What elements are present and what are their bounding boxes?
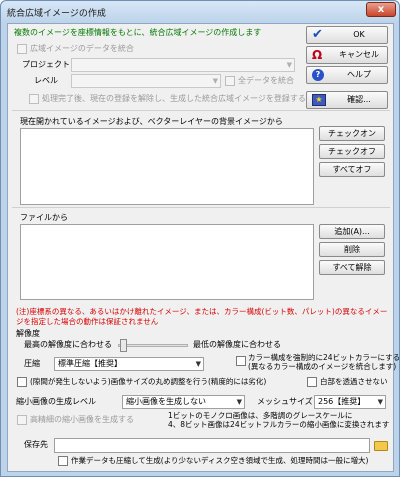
check-off-button[interactable]: チェックオフ [319,144,385,159]
level-label: レベル [34,76,58,85]
mesh-size-select[interactable]: 256【推奨】 ▼ [314,395,386,409]
save-path-field[interactable] [54,438,370,453]
remove-all-button[interactable]: すべて解除 [319,260,385,275]
thumbnail-level-label: 縮小画像の生成レベル [16,397,96,406]
chevron-down-icon: ▼ [377,398,383,406]
compression-select[interactable]: 標準圧縮【推奨】 ▼ [54,357,204,371]
resolution-slider-track [118,344,188,347]
files-list[interactable] [20,224,314,300]
chevron-down-icon: ▼ [236,398,242,406]
preview-icon: ★ [312,94,326,106]
integrate-checkbox[interactable] [17,44,27,54]
white-transparent-label: 白部を透過させない [320,377,388,386]
level-select[interactable]: ▼ [71,74,221,88]
remove-file-button[interactable]: 削除 [319,242,385,257]
force24-checkbox[interactable] [236,356,246,366]
force24-label-line2: (異なるカラー構成のイメージを統合します) [248,362,397,371]
resolution-title: 解像度 [16,329,40,338]
hq-thumbnail-checkbox[interactable] [17,415,27,425]
release-checkbox[interactable] [29,94,39,104]
title-bar[interactable]: 統合広域イメージの作成 x [1,1,399,23]
release-label: 処理完了後、現在の登録を解除し、生成した統合広域イメージを登録する [42,94,306,103]
cancel-button[interactable]: Ω キャンセル [306,46,388,64]
close-button[interactable]: x [366,2,396,17]
resolution-slider-thumb[interactable] [120,339,127,352]
cancel-icon: Ω [312,48,323,62]
hq-thumbnail-label: 高精細の縮小画像を生成する [30,415,134,424]
resolution-min-label: 最低の解像度に合わせる [193,340,281,349]
browse-folder-button[interactable] [373,438,390,453]
all-data-label: 全データを統合 [238,76,294,85]
window-title: 統合広域イメージの作成 [7,9,106,19]
project-select[interactable]: ▼ [71,58,295,72]
intro-text: 複数のイメージを座標情報をもとに、統合広域イメージの作成します [14,28,262,37]
checkmark-icon: ✔ [312,27,323,42]
files-label: ファイルから [20,213,68,222]
ok-button[interactable]: ✔ OK [306,26,388,44]
separator [12,110,390,111]
rounding-checkbox[interactable] [17,377,27,387]
chevron-down-icon: ▼ [286,61,292,69]
help-icon: ? [312,69,324,81]
save-label: 保存先 [24,440,48,449]
open-images-list[interactable] [20,128,314,205]
thumbnail-level-select[interactable]: 縮小画像を生成しない ▼ [122,395,245,409]
folder-icon [374,441,388,451]
compress-work-checkbox[interactable] [58,456,68,466]
confirm-button[interactable]: ★ 確認... [306,91,388,109]
all-off-button[interactable]: すべてオフ [319,162,385,177]
check-on-button[interactable]: チェックオン [319,126,385,141]
add-file-button[interactable]: 追加(A)... [319,224,385,239]
chevron-down-icon: ▼ [212,77,218,85]
rounding-label: (隙間が発生しないよう)画像サイズの丸め調整を行う(精度的には劣化) [30,377,267,386]
dialog-client: 複数のイメージを座標情報をもとに、統合広域イメージの作成します 広域イメージのデ… [7,23,400,472]
mesh-size-label: メッシュサイズ [257,397,313,406]
project-label: プロジェクト [22,60,70,69]
white-transparent-checkbox[interactable] [307,377,317,387]
all-data-checkbox[interactable] [225,76,235,86]
thumbnail-info-line2: 4、8ビット画像は24ビットフルカラーの縮小画像に変換されます [168,420,390,429]
compression-label: 圧縮 [24,359,40,368]
chevron-down-icon: ▼ [195,360,201,368]
separator [12,207,390,208]
resolution-max-label: 最高の解像度に合わせる [24,340,112,349]
integrate-checkbox-label: 広域イメージのデータを統合 [30,44,134,53]
dialog-window: 統合広域イメージの作成 x 複数のイメージを座標情報をもとに、統合広域イメージの… [0,0,400,477]
warning-note: (注)座標系の異なる、あるいはかけ離れたイメージ、または、カラー構成(ビット数、… [16,307,388,326]
help-button[interactable]: ? ヘルプ [306,66,388,84]
compress-work-label: 作業データも圧縮して生成(より少ないディスク空き領域で生成、処理時間は一般に増大… [71,456,369,465]
open-images-label: 現在開かれているイメージおよび、ベクターレイヤーの背景イメージから [20,117,283,126]
